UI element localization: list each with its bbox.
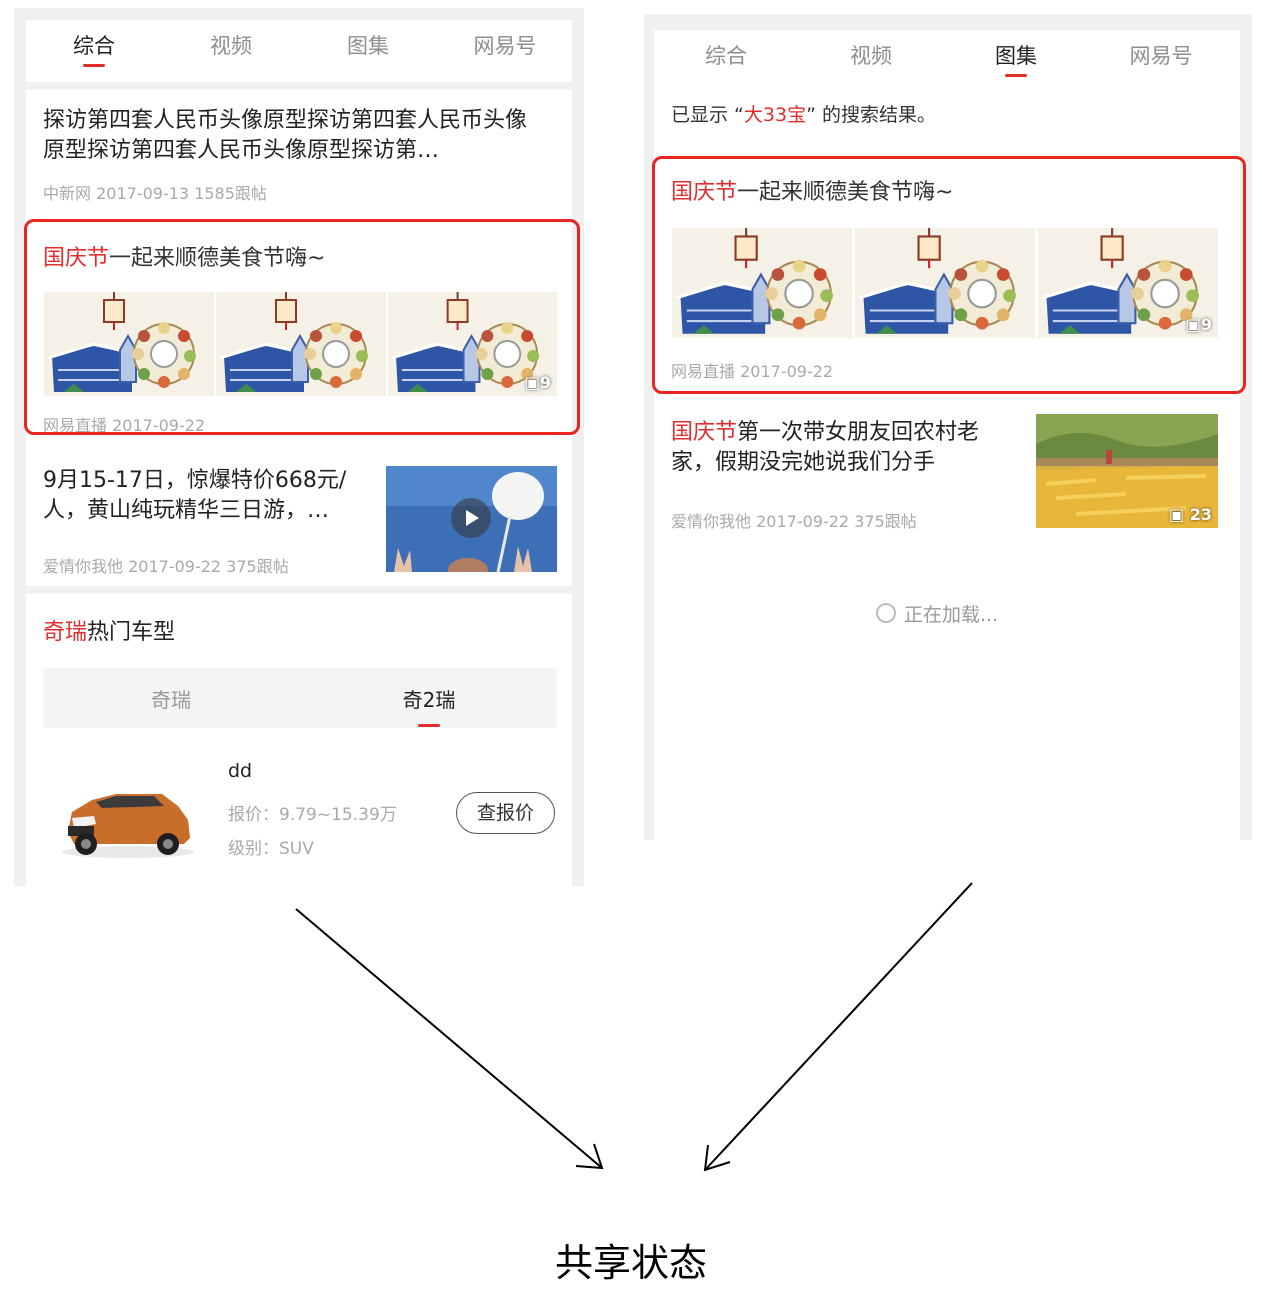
arrow-right	[703, 882, 973, 1172]
arrows	[295, 882, 973, 1172]
caption: 共享状态	[554, 1241, 707, 1285]
arrow-left	[295, 908, 604, 1170]
